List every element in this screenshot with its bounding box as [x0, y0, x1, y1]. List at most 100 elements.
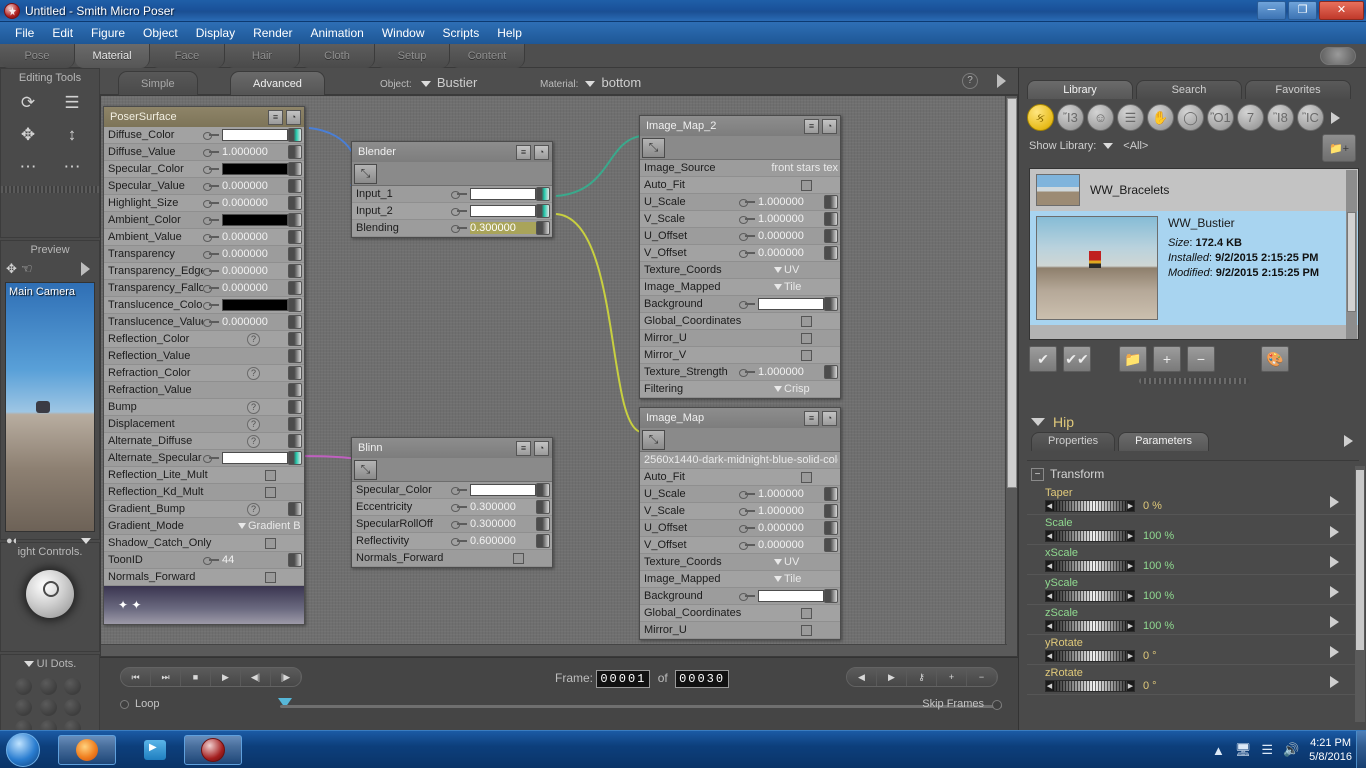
- node-row[interactable]: Bump?: [104, 399, 304, 416]
- node-output-knob[interactable]: [536, 187, 550, 201]
- node-row[interactable]: V_Scale 1.000000: [640, 503, 840, 520]
- node-output-knob[interactable]: [824, 195, 838, 209]
- dial-band[interactable]: [1053, 501, 1127, 511]
- node-output-knob[interactable]: [824, 365, 838, 379]
- props-icon[interactable]: ◯: [1177, 104, 1204, 131]
- canvas-vscroll-thumb[interactable]: [1007, 98, 1017, 488]
- node-row[interactable]: Input_2: [352, 203, 552, 220]
- dial-right-arrow-icon[interactable]: ▶: [1127, 681, 1134, 691]
- panel-spring-divider[interactable]: [1139, 378, 1249, 384]
- node-plug-icon[interactable]: [739, 592, 755, 600]
- node-row-value[interactable]: 0.300000: [470, 222, 536, 234]
- node-row[interactable]: Blending 0.300000: [352, 220, 552, 237]
- node-row-dropdown[interactable]: Tile: [774, 573, 840, 585]
- node-output-knob[interactable]: [288, 332, 302, 346]
- library-tab-search[interactable]: Search: [1136, 80, 1242, 99]
- parameter-dial[interactable]: ◀ ▶: [1045, 650, 1135, 662]
- camera-hand-icon[interactable]: ☜: [21, 261, 33, 277]
- stack-icon[interactable]: ☰: [53, 90, 91, 116]
- network-icon[interactable]: 🖥: [1235, 742, 1252, 758]
- node-plug-icon[interactable]: [203, 556, 219, 564]
- menu-item-help[interactable]: Help: [488, 24, 531, 42]
- node-plug-icon[interactable]: [739, 541, 755, 549]
- canvas-vertical-scrollbar[interactable]: [1005, 96, 1017, 657]
- parameter-row[interactable]: zScale ◀ ▶ 100 %: [1027, 605, 1359, 635]
- node-row[interactable]: Reflection_Value: [104, 348, 304, 365]
- node-output-knob[interactable]: [288, 179, 302, 193]
- parameter-value[interactable]: 100 %: [1143, 560, 1174, 572]
- node-row[interactable]: Normals_Forward: [104, 569, 304, 586]
- room-tab-face[interactable]: Face: [150, 44, 225, 68]
- node-menu-icon[interactable]: ≡: [804, 119, 819, 134]
- node-row[interactable]: Image_Mapped Tile: [640, 279, 840, 296]
- node-row[interactable]: Normals_Forward: [352, 550, 552, 567]
- dial-left-arrow-icon[interactable]: ◀: [1046, 621, 1053, 631]
- room-tab-content[interactable]: Content: [450, 44, 525, 68]
- node-output-knob[interactable]: [288, 213, 302, 227]
- dial-left-arrow-icon[interactable]: ◀: [1046, 591, 1053, 601]
- signal-icon[interactable]: ☰: [1261, 742, 1273, 758]
- transport-button-0[interactable]: ⏮: [121, 668, 151, 686]
- tab-advanced[interactable]: Advanced: [230, 71, 325, 95]
- help-icon[interactable]: ?: [247, 503, 260, 516]
- node-plug-icon[interactable]: [451, 190, 467, 198]
- preview-dropdown-icon[interactable]: [81, 538, 91, 544]
- node-menu-icon[interactable]: ≡: [516, 441, 531, 456]
- parameter-value[interactable]: 0 °: [1143, 650, 1157, 662]
- node-row[interactable]: SpecularRollOff 0.300000: [352, 516, 552, 533]
- dial-band[interactable]: [1053, 621, 1127, 631]
- color-swatch[interactable]: [758, 298, 824, 310]
- node-row[interactable]: Translucence_Color: [104, 297, 304, 314]
- node-row-value[interactable]: 0.000000: [222, 248, 288, 260]
- checkbox[interactable]: [265, 538, 276, 549]
- node-row-value[interactable]: 2560x1440-dark-midnight-blue-solid-color…: [644, 454, 838, 466]
- node-output-knob[interactable]: [824, 297, 838, 311]
- checkbox[interactable]: [801, 608, 812, 619]
- dial-left-arrow-icon[interactable]: ◀: [1046, 651, 1053, 661]
- node-row-value[interactable]: 0.000000: [222, 197, 288, 209]
- node-plug-icon[interactable]: [203, 165, 219, 173]
- volume-icon[interactable]: 🔊: [1283, 742, 1299, 758]
- node-output-knob[interactable]: [824, 538, 838, 552]
- node-row-value[interactable]: 0.600000: [470, 535, 536, 547]
- menu-item-object[interactable]: Object: [134, 24, 187, 42]
- node-row[interactable]: Displacement?: [104, 416, 304, 433]
- checkbox[interactable]: [801, 316, 812, 327]
- node-row[interactable]: Diffuse_Value 1.000000: [104, 144, 304, 161]
- dial-left-arrow-icon[interactable]: ◀: [1046, 681, 1053, 691]
- parameter-expand-icon[interactable]: [1330, 616, 1339, 628]
- parameter-dial[interactable]: ◀ ▶: [1045, 500, 1135, 512]
- new-folder-icon[interactable]: 📁: [1119, 346, 1147, 372]
- node-preview-toggle-icon[interactable]: ◔: [822, 411, 837, 426]
- actor-selector[interactable]: Hip: [1019, 408, 1366, 432]
- ui-dot[interactable]: [15, 678, 32, 695]
- node-row-value[interactable]: 0.000000: [758, 247, 824, 259]
- translate-icon[interactable]: ✥: [9, 122, 47, 148]
- parameter-dial[interactable]: ◀ ▶: [1045, 680, 1135, 692]
- node-row-dropdown[interactable]: Tile: [774, 281, 840, 293]
- remove-icon[interactable]: −: [1187, 346, 1215, 372]
- canvas-horizontal-scrollbar[interactable]: [101, 644, 1007, 656]
- node-output-knob[interactable]: [288, 247, 302, 261]
- menu-item-scripts[interactable]: Scripts: [434, 24, 489, 42]
- chevron-up-icon[interactable]: ▲: [1212, 743, 1225, 758]
- dial-right-arrow-icon[interactable]: ▶: [1127, 621, 1134, 631]
- transport-button-4[interactable]: ◀|: [241, 668, 271, 686]
- node-output-knob[interactable]: [288, 145, 302, 159]
- show-library-dropdown-icon[interactable]: [1103, 143, 1113, 149]
- color-swatch[interactable]: [222, 163, 288, 175]
- collapse-icon[interactable]: −: [1031, 468, 1044, 481]
- menu-item-edit[interactable]: Edit: [43, 24, 82, 42]
- library-tab-library[interactable]: Library: [1027, 80, 1133, 99]
- figures-icon[interactable]: ક: [1027, 104, 1054, 131]
- color-swatch[interactable]: [470, 205, 536, 217]
- node-row[interactable]: U_Offset 0.000000: [640, 520, 840, 537]
- color-swatch[interactable]: [758, 590, 824, 602]
- node-output-knob[interactable]: [824, 521, 838, 535]
- transform-group-header[interactable]: − Transform: [1027, 461, 1359, 485]
- node-row[interactable]: U_Scale 1.000000: [640, 194, 840, 211]
- hair-icon[interactable]: ☰: [1117, 104, 1144, 131]
- node-plug-icon[interactable]: [203, 233, 219, 241]
- node-plug-icon[interactable]: [203, 318, 219, 326]
- node-output-knob[interactable]: [824, 589, 838, 603]
